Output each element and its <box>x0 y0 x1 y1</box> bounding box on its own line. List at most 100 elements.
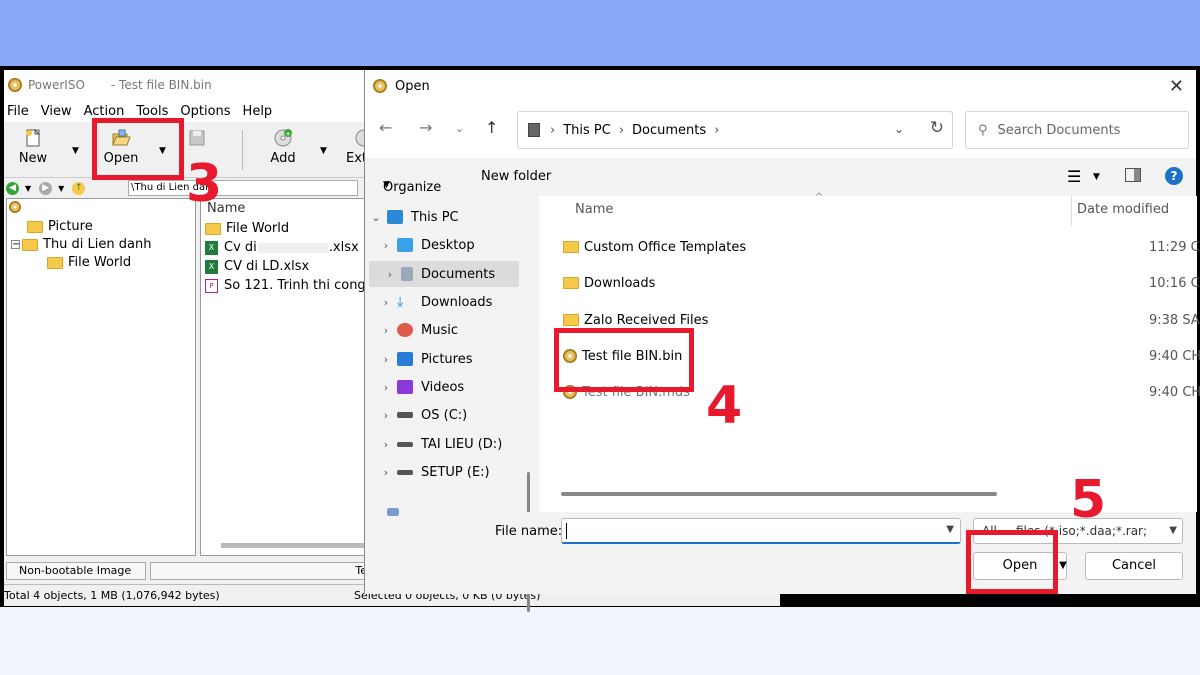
close-icon[interactable]: ✕ <box>1169 76 1184 97</box>
search-placeholder: Search Documents <box>997 122 1121 138</box>
list-item-cv-di-xlsx[interactable]: X Cv di .xlsx <box>205 240 359 255</box>
refresh-icon[interactable]: ↻ <box>930 118 944 138</box>
folder-icon <box>563 277 579 289</box>
folder-tree-pane: Picture − Thu di Lien danh File World <box>6 198 196 556</box>
root-disc-icon[interactable] <box>9 201 21 213</box>
excel-file-icon: X <box>205 240 218 255</box>
recent-locations-chevron-icon[interactable]: ⌄ <box>455 122 464 135</box>
address-field[interactable]: \Thu di Lien danh <box>128 180 358 196</box>
nav-item-documents[interactable]: › Documents <box>369 261 519 287</box>
chevron-right-icon[interactable]: › <box>375 438 397 451</box>
menu-action[interactable]: Action <box>84 104 125 119</box>
file-name-input[interactable]: ▼ <box>561 518 961 544</box>
chevron-right-icon[interactable]: › <box>375 296 397 309</box>
list-item-file-world[interactable]: File World <box>205 221 289 236</box>
forward-dropdown-arrow[interactable]: ▼ <box>58 184 64 193</box>
nav-item-downloads[interactable]: › ⤓ Downloads <box>365 289 523 315</box>
help-icon[interactable]: ? <box>1165 167 1183 185</box>
drive-icon <box>397 469 413 475</box>
list-item-so-121[interactable]: P So 121. Trinh thi cong lo <box>205 278 369 293</box>
breadcrumb-documents[interactable]: Documents <box>632 123 706 138</box>
menu-file[interactable]: File <box>7 104 29 119</box>
chevron-right-icon[interactable]: › <box>375 324 397 337</box>
file-row-downloads[interactable]: Downloads 10:16 CH <box>563 270 1200 296</box>
toolbar-separator <box>242 130 243 170</box>
save-disk-icon <box>189 130 205 146</box>
chevron-down-icon: ▼ <box>1169 525 1177 536</box>
nav-item-setup-e[interactable]: › SETUP (E:) <box>365 459 523 485</box>
bottom-background-band <box>0 604 1200 675</box>
computer-icon <box>387 210 403 224</box>
back-arrow-icon[interactable]: ← <box>379 118 392 137</box>
add-button[interactable]: + Add <box>260 128 306 166</box>
tree-item-picture[interactable]: Picture <box>27 219 93 234</box>
text-cursor <box>566 523 567 539</box>
up-arrow-icon[interactable]: ↑ <box>485 118 498 137</box>
collapse-toggle-icon[interactable]: − <box>11 240 20 250</box>
list-horizontal-scrollbar[interactable] <box>221 543 369 548</box>
navigation-pane: ⌄ This PC › Desktop › Documents › ⤓ Down… <box>365 200 535 612</box>
back-arrow-icon[interactable]: ◀ <box>6 181 19 195</box>
chevron-right-icon[interactable]: › <box>375 466 397 479</box>
tree-item-file-world[interactable]: File World <box>47 255 131 270</box>
column-header-date-modified[interactable]: Date modified <box>1077 202 1169 217</box>
preview-pane-icon[interactable] <box>1125 168 1141 182</box>
menu-options[interactable]: Options <box>180 104 230 119</box>
column-divider[interactable] <box>1071 196 1072 226</box>
chevron-right-icon[interactable]: › <box>375 239 397 252</box>
chevron-down-icon[interactable]: ⌄ <box>894 122 904 136</box>
nav-item-os-c[interactable]: › OS (C:) <box>365 402 523 428</box>
breadcrumb-separator: › <box>618 122 625 138</box>
desktop-icon <box>397 238 413 252</box>
breadcrumb[interactable]: › This PC › Documents › ⌄ ↻ <box>517 111 953 149</box>
nav-item-tai-lieu-d[interactable]: › TAI LIEU (D:) <box>365 431 523 457</box>
breadcrumb-separator: › <box>714 122 720 138</box>
breadcrumb-this-pc[interactable]: This PC <box>563 123 611 138</box>
chevron-right-icon[interactable]: › <box>375 381 397 394</box>
save-button[interactable] <box>182 128 212 151</box>
forward-arrow-icon[interactable]: ▶ <box>39 181 53 195</box>
folder-icon <box>47 256 63 269</box>
download-arrow-icon: ⤓ <box>397 294 404 310</box>
nav-item-this-pc[interactable]: ⌄ This PC <box>365 204 523 230</box>
new-folder-button[interactable]: New folder <box>481 169 551 184</box>
list-item-cv-di-ld[interactable]: X CV di LD.xlsx <box>205 259 309 274</box>
add-dropdown-arrow[interactable]: ▼ <box>320 146 327 156</box>
top-background-band <box>0 0 1200 68</box>
dialog-title-bar: Open ✕ <box>365 70 1196 102</box>
poweriso-file-name: - Test file BIN.bin <box>110 78 212 92</box>
nav-item-videos[interactable]: › Videos <box>365 374 523 400</box>
nav-item-pictures[interactable]: › Pictures <box>365 346 523 372</box>
view-dropdown-icon[interactable]: ▼ <box>1093 172 1100 182</box>
column-header-name[interactable]: Name <box>575 202 613 217</box>
back-dropdown-arrow[interactable]: ▼ <box>25 184 31 193</box>
nav-item-desktop[interactable]: › Desktop <box>365 232 523 258</box>
view-menu-icon[interactable]: ☰ <box>1067 167 1081 186</box>
file-name-label: File name: <box>495 524 563 539</box>
add-disc-icon: + <box>274 129 292 147</box>
highlight-open-button <box>966 530 1058 594</box>
chevron-down-icon[interactable]: ▼ <box>946 524 954 535</box>
folder-icon <box>27 220 43 233</box>
highlight-open-toolbar <box>92 118 184 180</box>
search-input[interactable]: ⚲ Search Documents <box>965 111 1189 149</box>
file-row-custom-office-templates[interactable]: Custom Office Templates 11:29 CH <box>563 234 1200 260</box>
new-button[interactable]: New <box>10 128 56 166</box>
highlight-bin-file <box>554 328 694 392</box>
menu-view[interactable]: View <box>41 104 72 119</box>
cancel-button[interactable]: Cancel <box>1085 552 1183 580</box>
forward-arrow-icon[interactable]: → <box>419 118 432 137</box>
chevron-right-icon[interactable]: › <box>375 353 397 366</box>
nav-item-music[interactable]: › Music <box>365 317 523 343</box>
network-icon <box>387 508 399 516</box>
chevron-right-icon[interactable]: › <box>375 409 397 422</box>
sort-ascending-icon: ^ <box>815 192 824 203</box>
up-folder-icon[interactable]: ↑ <box>72 181 86 195</box>
tree-item-thu-di-lien-danh[interactable]: − Thu di Lien danh <box>11 237 151 252</box>
chevron-down-icon[interactable]: ⌄ <box>365 211 387 224</box>
file-list-horizontal-scrollbar[interactable] <box>561 492 997 496</box>
new-dropdown-arrow[interactable]: ▼ <box>72 146 79 156</box>
menu-tools[interactable]: Tools <box>136 104 168 119</box>
menu-help[interactable]: Help <box>243 104 273 119</box>
chevron-right-icon[interactable]: › <box>379 268 401 281</box>
